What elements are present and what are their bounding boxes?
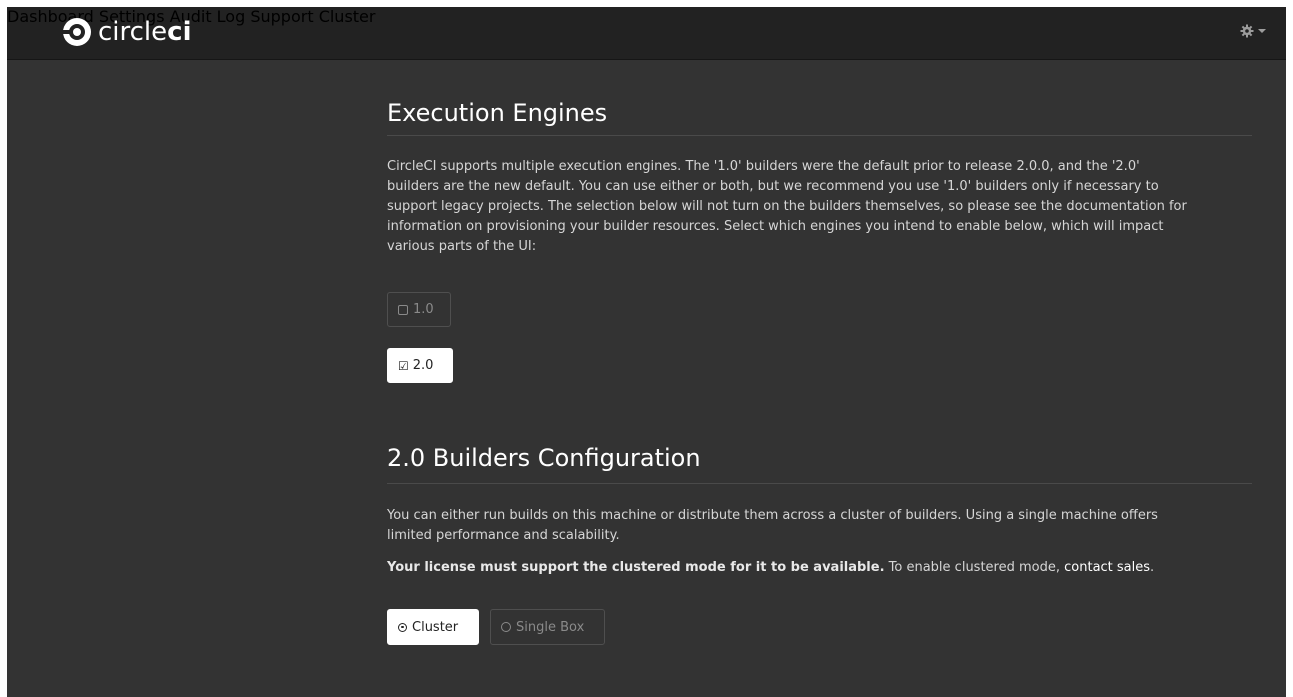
divider xyxy=(387,483,1252,484)
engine-1-0-checkbox[interactable]: 1.0 xyxy=(387,292,451,327)
unchecked-box-icon xyxy=(398,304,408,315)
circleci-logo-icon xyxy=(62,18,91,46)
chevron-down-icon xyxy=(1258,29,1266,33)
license-notice-end: . xyxy=(1150,560,1155,575)
contact-sales-link[interactable]: contact sales xyxy=(1064,560,1150,575)
top-navbar: circleci Dashboard Settings Audit Log Su… xyxy=(7,7,1286,60)
divider xyxy=(387,135,1252,136)
radio-unselected-icon xyxy=(501,622,511,632)
execution-engines-description: CircleCI supports multiple execution eng… xyxy=(387,159,1187,254)
builders-description: You can either run builds on this machin… xyxy=(387,508,1158,543)
radio-selected-icon xyxy=(398,622,407,632)
circleci-logo[interactable]: circleci xyxy=(62,17,191,47)
nav-cluster[interactable]: Cluster xyxy=(319,7,376,26)
builders-config-heading: 2.0 Builders Configuration xyxy=(387,444,701,472)
app-frame: circleci Dashboard Settings Audit Log Su… xyxy=(7,7,1286,697)
license-notice-text: To enable clustered mode, xyxy=(884,560,1065,575)
engine-1-0-label: 1.0 xyxy=(413,302,434,317)
license-notice: Your license must support the clustered … xyxy=(387,558,1187,578)
logo-text-bold: ci xyxy=(167,17,192,47)
single-box-label: Single Box xyxy=(516,619,585,635)
license-notice-bold: Your license must support the clustered … xyxy=(387,560,885,575)
logo-text-light: circle xyxy=(98,17,168,47)
cluster-label: Cluster xyxy=(412,619,459,635)
cluster-radio[interactable]: Cluster xyxy=(387,609,479,645)
engine-2-0-checkbox[interactable]: ☑ 2.0 xyxy=(387,348,453,383)
settings-dropdown[interactable] xyxy=(1240,24,1266,38)
gear-icon xyxy=(1240,24,1254,38)
execution-engines-heading: Execution Engines xyxy=(387,99,608,127)
logo-wordmark: circleci xyxy=(98,17,191,47)
single-box-radio[interactable]: Single Box xyxy=(490,609,605,645)
engine-2-0-label: 2.0 xyxy=(412,358,434,373)
checked-box-icon: ☑ xyxy=(398,358,409,373)
nav-support[interactable]: Support xyxy=(250,7,313,26)
